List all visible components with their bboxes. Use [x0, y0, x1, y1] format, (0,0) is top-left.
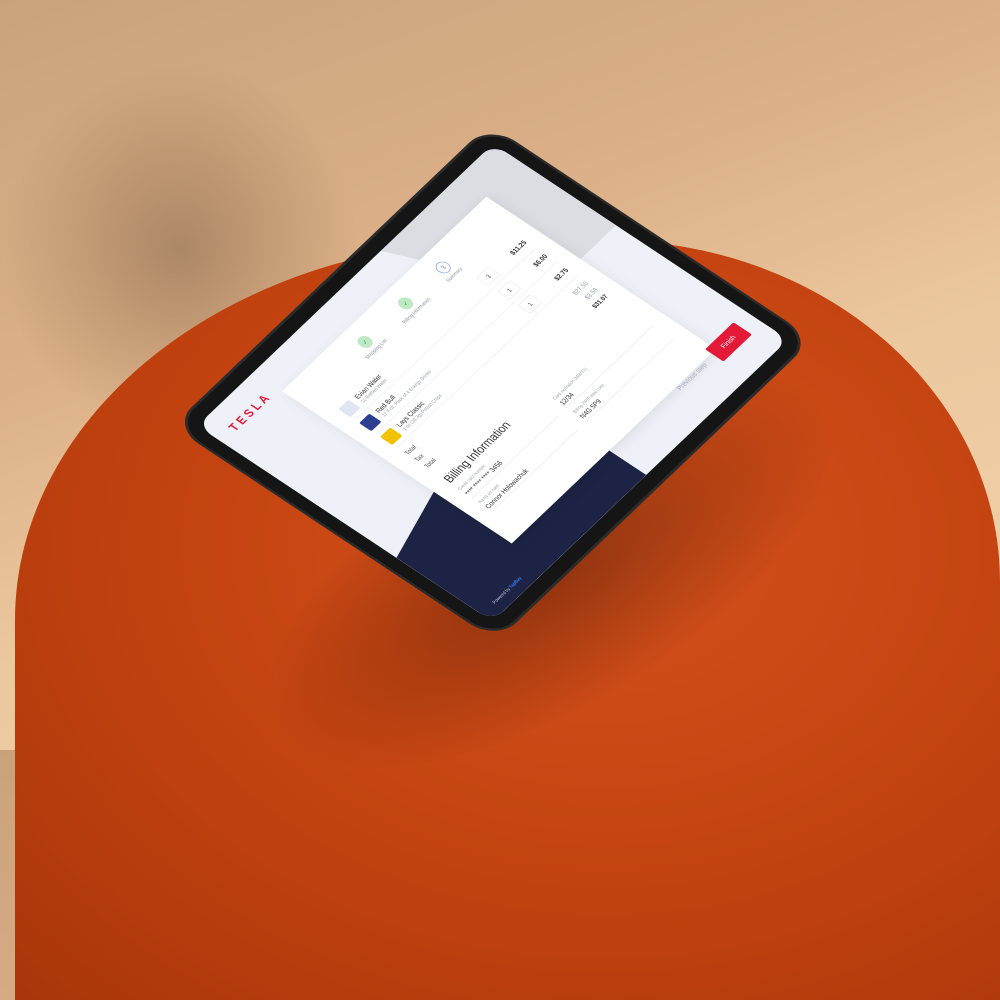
label: Total	[422, 456, 438, 470]
finish-button[interactable]: Finish	[705, 322, 752, 362]
quantity-field[interactable]: 1	[517, 294, 543, 314]
energy-drink-icon	[359, 413, 382, 432]
tesla-logo: TESLA	[225, 389, 275, 434]
step-shopping-list[interactable]: ✓ Shopping List	[349, 329, 388, 360]
water-bottle-icon	[338, 399, 361, 418]
step-summary[interactable]: 3 Summary	[430, 257, 464, 283]
chips-bag-icon	[380, 427, 403, 446]
quantity-field[interactable]: 3	[476, 266, 501, 287]
quantity-field[interactable]: 1	[497, 280, 522, 300]
